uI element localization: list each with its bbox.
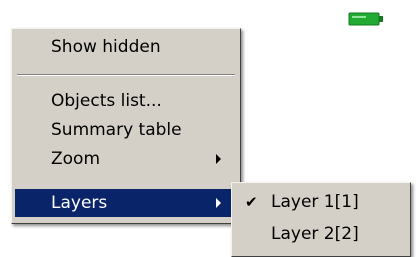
menu-item-show-hidden[interactable]: Show hidden [15,33,237,61]
battery-icon[interactable] [348,12,384,26]
menu-item-label: Layers [51,193,108,213]
menu-item-label: Show hidden [51,37,161,57]
checkmark-icon: ✔ [245,193,258,211]
submenu-arrow-icon [216,198,221,208]
menu-item-label: Zoom [51,149,101,169]
menu-item-label: Summary table [51,120,182,140]
layers-submenu: ✔ Layer 1[1] Layer 2[2] [231,182,411,257]
context-menu: Show hidden Objects list... Summary tabl… [11,28,241,224]
submenu-arrow-icon [216,154,221,164]
menu-separator [17,74,235,76]
submenu-item-label: Layer 2[2] [271,224,359,244]
menu-item-label: Objects list... [51,91,162,111]
submenu-item-label: Layer 1[1] [271,192,359,212]
menu-item-summary-table[interactable]: Summary table [15,116,237,144]
menu-item-zoom[interactable]: Zoom [15,145,237,173]
submenu-item-layer-2[interactable]: Layer 2[2] [235,220,407,248]
submenu-item-layer-1[interactable]: ✔ Layer 1[1] [235,188,407,216]
menu-item-layers[interactable]: Layers [15,189,237,217]
menu-item-objects-list[interactable]: Objects list... [15,87,237,115]
